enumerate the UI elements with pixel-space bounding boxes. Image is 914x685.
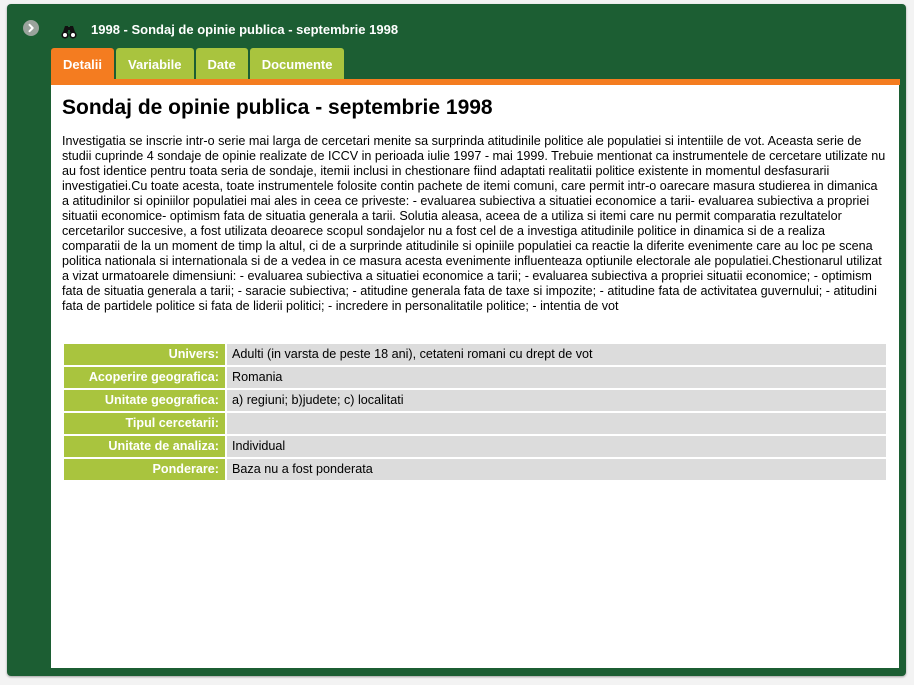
field-value-univers: Adulti (in varsta de peste 18 ani), ceta… (227, 344, 886, 365)
table-row: Tipul cercetarii: (64, 413, 886, 434)
field-value-unitate-geografica: a) regiuni; b)judete; c) localitati (227, 390, 886, 411)
field-label-unitate-geografica: Unitate geografica: (64, 390, 225, 411)
tab-bar: Detalii Variabile Date Documente (51, 48, 345, 79)
study-window: 1998 - Sondaj de opinie publica - septem… (7, 4, 906, 676)
tab-variabile[interactable]: Variabile (116, 48, 194, 79)
study-heading: Sondaj de opinie publica - septembrie 19… (62, 96, 493, 119)
table-row: Unitate de analiza: Individual (64, 436, 886, 457)
tab-documente[interactable]: Documente (249, 48, 345, 79)
table-row: Acoperire geografica: Romania (64, 367, 886, 388)
details-panel: Sondaj de opinie publica - septembrie 19… (51, 85, 899, 668)
binoculars-icon (60, 24, 78, 40)
field-value-unitate-de-analiza: Individual (227, 436, 886, 457)
metadata-table: Univers: Adulti (in varsta de peste 18 a… (62, 342, 888, 482)
field-label-ponderare: Ponderare: (64, 459, 225, 480)
table-row: Unitate geografica: a) regiuni; b)judete… (64, 390, 886, 411)
table-row: Ponderare: Baza nu a fost ponderata (64, 459, 886, 480)
tab-date[interactable]: Date (195, 48, 248, 79)
study-description: Investigatia se inscrie intr-o serie mai… (62, 134, 886, 313)
field-label-unitate-de-analiza: Unitate de analiza: (64, 436, 225, 457)
field-value-tipul-cercetarii (227, 413, 886, 434)
window-title: 1998 - Sondaj de opinie publica - septem… (91, 22, 399, 37)
chevron-right-circle-icon[interactable] (23, 20, 39, 36)
table-row: Univers: Adulti (in varsta de peste 18 a… (64, 344, 886, 365)
tab-detalii[interactable]: Detalii (51, 48, 115, 79)
field-label-acoperire-geografica: Acoperire geografica: (64, 367, 225, 388)
field-label-tipul-cercetarii: Tipul cercetarii: (64, 413, 225, 434)
field-value-ponderare: Baza nu a fost ponderata (227, 459, 886, 480)
field-label-univers: Univers: (64, 344, 225, 365)
field-value-acoperire-geografica: Romania (227, 367, 886, 388)
